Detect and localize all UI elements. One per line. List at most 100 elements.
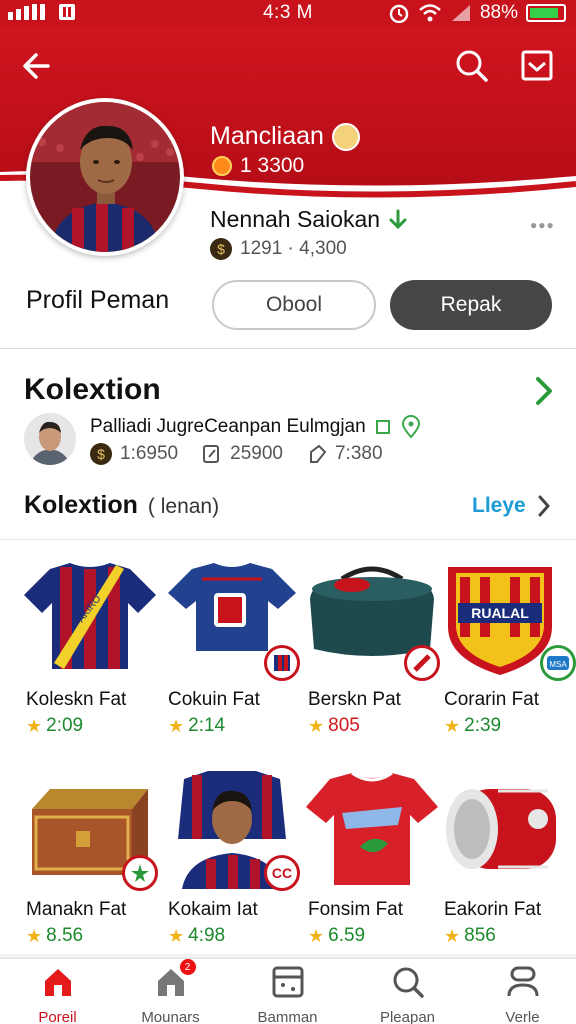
coin-icon: $ [90, 443, 112, 465]
owner-stats: $ 1:6950 25900 7:380 [90, 443, 397, 465]
tab-label: Mounars [141, 1009, 200, 1024]
svg-text:CC: CC [272, 865, 292, 881]
star-icon: ★ [444, 715, 461, 736]
red-barrel-icon [446, 789, 556, 869]
collection-open-button[interactable] [530, 373, 558, 409]
status-bar: 4:3 M 88% [0, 0, 576, 26]
owner-avatar[interactable] [24, 413, 76, 465]
view-all-link[interactable]: Lleye [472, 493, 552, 519]
tab-label: Poreil [38, 1009, 77, 1024]
subtitle-paren: ( lenan) [147, 495, 220, 518]
stat-coins: $ 1:6950 [90, 443, 178, 465]
item-name: Koleskn Fat [26, 689, 127, 710]
item-badge-icon [264, 645, 300, 681]
tab-store[interactable]: 2 Mounars [113, 959, 228, 1024]
player-name-label: Nennah Saiokan [210, 206, 381, 232]
price-value: 856 [464, 925, 496, 946]
report-button[interactable]: Repak [390, 280, 552, 330]
search-button[interactable] [452, 46, 492, 86]
verified-square-icon [375, 420, 390, 434]
divider [0, 539, 576, 540]
card-icon [271, 965, 305, 999]
price-value: 2:39 [464, 715, 502, 736]
chevron-right-icon [538, 495, 550, 517]
tab-home[interactable]: Poreil [0, 965, 115, 1024]
tab-profile[interactable]: Verle [465, 965, 576, 1024]
bottom-tab-bar: Poreil 2 Mounars Bamman Pleapan Verle [0, 958, 576, 1024]
item-price: ★ 856 [444, 925, 496, 947]
stat-tags: 7:380 [307, 443, 383, 465]
player-avatar[interactable] [26, 98, 184, 256]
tab-label: Verle [505, 1009, 540, 1024]
collection-item[interactable]: Manakn Fat ★ 8.56 [20, 769, 160, 969]
back-button[interactable] [18, 46, 58, 86]
item-badge-icon: MSA [540, 645, 576, 681]
collection-item[interactable]: Berskn Pat ★ 805 [302, 559, 442, 759]
player-photo [30, 102, 180, 252]
star-icon: ★ [168, 925, 185, 946]
player-name: Nennah Saiokan [210, 206, 408, 233]
more-options-icon[interactable]: ●●● [530, 218, 555, 232]
collection-item[interactable]: AKIRO Koleskn Fat ★ 2:09 [20, 559, 160, 759]
svg-text:RUALAL: RUALAL [471, 605, 529, 621]
item-price: ★ 2:14 [168, 715, 225, 737]
trend-down-icon [389, 209, 407, 229]
cell-signal-icon [451, 5, 470, 21]
collection-item[interactable]: RUALAL MSA Corarin Fat ★ 2:39 [438, 559, 576, 759]
page-title: Profil Peman [26, 286, 170, 314]
item-name: Fonsim Fat [308, 899, 404, 920]
collection-item[interactable]: Fonsim Fat ★ 6.59 [302, 769, 442, 969]
stat-value: 1:6950 [120, 443, 179, 464]
item-name: Cokuin Fat [168, 689, 260, 710]
item-name: Eakorin Fat [444, 899, 542, 920]
status-right: 88% [388, 2, 566, 24]
battery-icon [526, 4, 566, 22]
collection-item[interactable]: Cokuin Fat ★ 2:14 [162, 559, 302, 759]
collection-item[interactable]: Eakorin Fat ★ 856 [438, 769, 576, 969]
home-icon [41, 965, 75, 999]
profile-header: Mancliaan 1 3300 ●●● Nennah Saiokan $ 12… [0, 26, 576, 356]
alarm-icon [389, 4, 409, 23]
chevron-right-icon [536, 377, 552, 405]
club-badge-icon [331, 122, 360, 151]
player-stats: $ 1291 · 4,300 [210, 238, 347, 260]
stat-value: 7:380 [334, 443, 383, 464]
tab-search[interactable]: Pleapan [350, 965, 465, 1024]
club-coins-value: 1 3300 [240, 154, 305, 177]
store-icon: 2 [154, 959, 196, 999]
club-coins: 1 3300 [212, 154, 304, 178]
collection-section: Kolextion Palliadi JugreCeanpan Eulmgjan… [0, 348, 576, 954]
star-icon: ★ [168, 715, 185, 736]
tab-label: Pleapan [379, 1009, 436, 1024]
item-name: Manakn Fat [26, 899, 127, 920]
follow-button[interactable]: Obool [212, 280, 376, 330]
inbox-button[interactable] [518, 46, 558, 86]
club-name[interactable]: Mancliaan [210, 122, 360, 151]
red-jersey-icon [306, 771, 438, 885]
star-icon: ★ [308, 715, 325, 736]
edit-icon [203, 445, 220, 463]
stat-edits: 25900 [202, 443, 283, 465]
tab-label: Bamman [257, 1009, 318, 1024]
item-price: ★ 2:39 [444, 715, 501, 737]
coin-icon [212, 156, 232, 176]
item-price: ★ 805 [308, 715, 360, 737]
collection-subtitle: Kolextion ( lenan) [24, 491, 219, 520]
collection-item[interactable]: CC Kokaim Iat ★ 4:98 [162, 769, 302, 969]
price-value: 805 [328, 715, 360, 736]
price-value: 6.59 [328, 925, 366, 946]
item-price: ★ 2:09 [26, 715, 83, 737]
wifi-icon [419, 4, 441, 22]
star-icon: ★ [26, 715, 43, 736]
item-name: Corarin Fat [444, 689, 540, 710]
battery-percent: 88% [479, 2, 518, 23]
search-icon [456, 50, 488, 82]
owner-name[interactable]: Palliadi JugreCeanpan Eulmgjan [90, 415, 422, 439]
item-badge-icon [404, 645, 440, 681]
collection-title: Kolextion [24, 373, 161, 406]
striped-jersey-icon: AKIRO [24, 563, 156, 669]
item-badge-icon: CC [264, 855, 300, 891]
location-pin-icon [401, 415, 420, 439]
tab-cards[interactable]: Bamman [230, 965, 345, 1024]
price-value: 4:98 [188, 925, 226, 946]
